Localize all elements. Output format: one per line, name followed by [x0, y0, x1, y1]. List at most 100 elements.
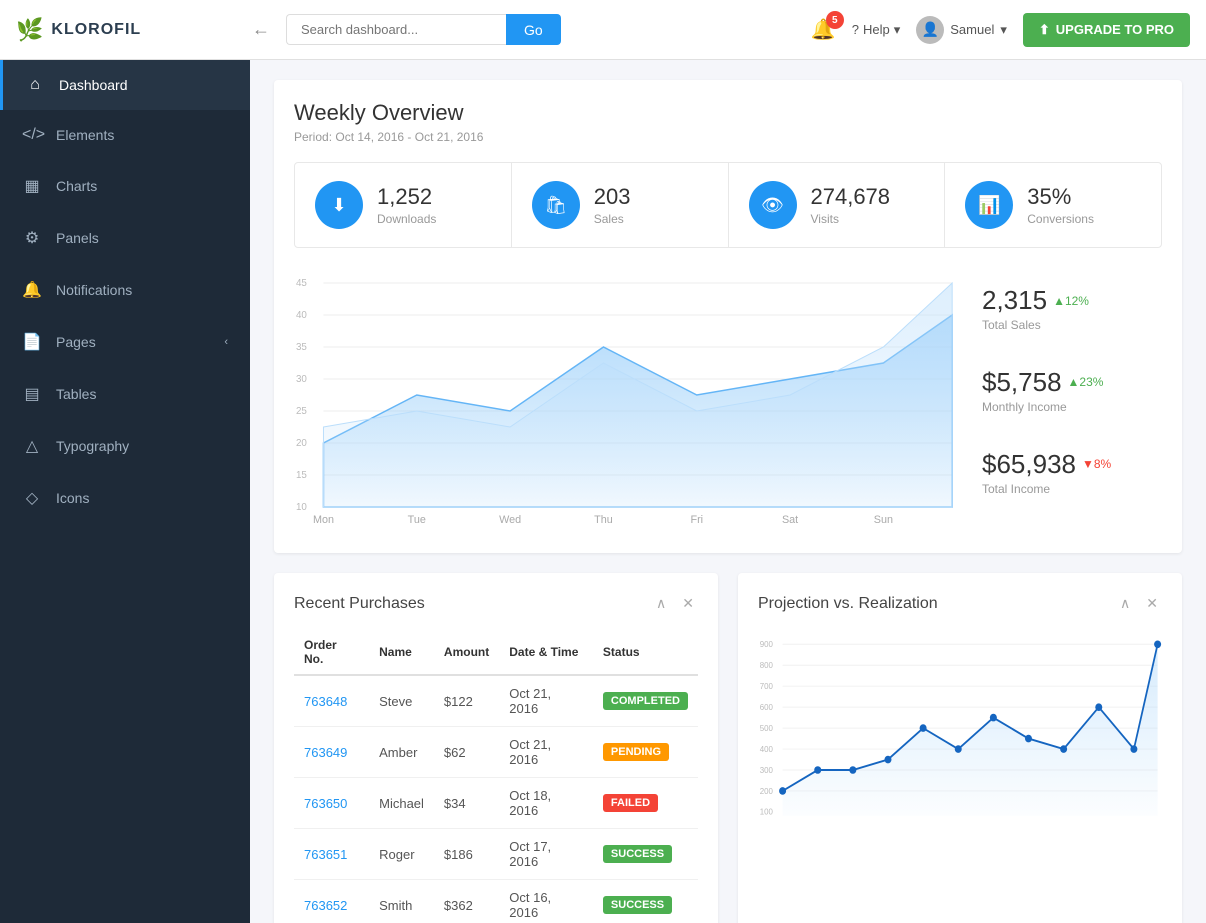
conversions-icon-wrap: 📊 — [965, 181, 1013, 229]
elements-icon: </> — [22, 126, 42, 144]
customer-name: Amber — [369, 727, 434, 778]
order-number: 763651 — [294, 829, 369, 880]
sales-icon-wrap: 🛍 — [532, 181, 580, 229]
table-row: 763649 Amber $62 Oct 21, 2016 PENDING — [294, 727, 698, 778]
sidebar-item-charts[interactable]: ▦ Charts — [0, 160, 250, 212]
sidebar-item-notifications[interactable]: 🔔 Notifications — [0, 264, 250, 316]
order-link[interactable]: 763648 — [304, 694, 347, 709]
area-chart: 45 40 35 30 25 20 15 10 — [294, 268, 962, 528]
sidebar-item-tables[interactable]: ▤ Tables — [0, 368, 250, 420]
total-income-label: Total Income — [982, 482, 1162, 496]
order-link[interactable]: 763650 — [304, 796, 347, 811]
topnav-right: 🔔 5 ? Help ▾ 👤 Samuel ▾ ⬆ UPGRADE TO PRO — [811, 13, 1190, 47]
status: SUCCESS — [593, 880, 698, 923]
top-navigation: 🌿 KLOROFIL ← Go 🔔 5 ? Help ▾ 👤 Samuel ▾ … — [0, 0, 1206, 60]
purchases-close-button[interactable]: ✕ — [678, 593, 698, 614]
weekly-overview-card: Weekly Overview Period: Oct 14, 2016 - O… — [274, 80, 1182, 553]
upgrade-label: UPGRADE TO PRO — [1056, 22, 1174, 37]
projection-collapse-button[interactable]: ∧ — [1116, 593, 1134, 614]
status-badge: COMPLETED — [603, 692, 688, 710]
total-sales-value: 2,315 ▲12% — [982, 285, 1162, 316]
customer-name: Smith — [369, 880, 434, 923]
svg-text:700: 700 — [760, 682, 774, 691]
stat-info: 274,678 Visits — [811, 184, 891, 226]
downloads-icon-wrap: ⬇ — [315, 181, 363, 229]
avatar: 👤 — [916, 16, 944, 44]
svg-text:600: 600 — [760, 703, 774, 712]
order-link[interactable]: 763652 — [304, 898, 347, 913]
sidebar-item-panels[interactable]: ⚙ Panels — [0, 212, 250, 264]
tables-icon: ▤ — [22, 384, 42, 404]
total-income-value: $65,938 ▼8% — [982, 449, 1162, 480]
help-chevron-icon: ▾ — [894, 22, 901, 38]
downloads-label: Downloads — [377, 212, 436, 226]
conversions-value: 35% — [1027, 184, 1094, 210]
search-area: Go — [286, 14, 561, 45]
amount: $186 — [434, 829, 499, 880]
purchases-header: Recent Purchases ∧ ✕ — [294, 593, 698, 614]
sidebar-item-label: Notifications — [56, 282, 132, 298]
sidebar-item-elements[interactable]: </> Elements — [0, 110, 250, 160]
order-number: 763649 — [294, 727, 369, 778]
projection-card: Projection vs. Realization ∧ ✕ — [738, 573, 1182, 923]
monthly-income-value: $5,758 ▲23% — [982, 367, 1162, 398]
upgrade-button[interactable]: ⬆ UPGRADE TO PRO — [1023, 13, 1190, 47]
conversions-icon: 📊 — [978, 195, 1000, 216]
status-badge: FAILED — [603, 794, 658, 812]
notification-bell[interactable]: 🔔 5 — [811, 17, 836, 42]
sidebar-item-dashboard[interactable]: ⌂ Dashboard — [0, 60, 250, 110]
order-number: 763652 — [294, 880, 369, 923]
download-icon: ⬇ — [331, 195, 346, 216]
order-link[interactable]: 763651 — [304, 847, 347, 862]
table-row: 763651 Roger $186 Oct 17, 2016 SUCCESS — [294, 829, 698, 880]
area-chart-container: 45 40 35 30 25 20 15 10 — [294, 268, 962, 533]
svg-text:Tue: Tue — [408, 514, 426, 526]
projection-header: Projection vs. Realization ∧ ✕ — [758, 593, 1162, 614]
stat-sales: 🛍 203 Sales — [512, 163, 729, 247]
svg-text:40: 40 — [296, 310, 307, 321]
date-time: Oct 21, 2016 — [499, 675, 593, 727]
charts-icon: ▦ — [22, 176, 42, 196]
sidebar-item-typography[interactable]: △ Typography — [0, 420, 250, 472]
status: SUCCESS — [593, 829, 698, 880]
status-badge: SUCCESS — [603, 896, 672, 914]
purchases-actions: ∧ ✕ — [652, 593, 698, 614]
order-link[interactable]: 763649 — [304, 745, 347, 760]
icons-icon: ◇ — [22, 488, 42, 508]
sidebar-item-label: Panels — [56, 230, 99, 246]
chart-stat-monthly-income: $5,758 ▲23% Monthly Income — [982, 367, 1162, 414]
typography-icon: △ — [22, 436, 42, 456]
chart-stat-total-income: $65,938 ▼8% Total Income — [982, 449, 1162, 496]
chart-section: 45 40 35 30 25 20 15 10 — [294, 268, 1162, 533]
status: COMPLETED — [593, 675, 698, 727]
back-button[interactable]: ← — [248, 15, 274, 44]
pages-icon: 📄 — [22, 332, 42, 352]
customer-name: Roger — [369, 829, 434, 880]
purchases-table: Order No. Name Amount Date & Time Status… — [294, 630, 698, 923]
user-menu-button[interactable]: 👤 Samuel ▾ — [916, 16, 1007, 44]
help-button[interactable]: ? Help ▾ — [852, 22, 901, 38]
svg-text:500: 500 — [760, 724, 774, 733]
search-input[interactable] — [286, 14, 506, 45]
sidebar-item-icons[interactable]: ◇ Icons — [0, 472, 250, 524]
user-name: Samuel — [950, 22, 994, 37]
status: PENDING — [593, 727, 698, 778]
visits-value: 274,678 — [811, 184, 891, 210]
projection-close-button[interactable]: ✕ — [1142, 593, 1162, 614]
col-date: Date & Time — [499, 630, 593, 675]
notifications-icon: 🔔 — [22, 280, 42, 300]
amount: $34 — [434, 778, 499, 829]
date-time: Oct 17, 2016 — [499, 829, 593, 880]
total-sales-label: Total Sales — [982, 318, 1162, 332]
svg-text:Thu: Thu — [594, 514, 613, 526]
svg-text:200: 200 — [760, 787, 774, 796]
stat-downloads: ⬇ 1,252 Downloads — [295, 163, 512, 247]
purchases-collapse-button[interactable]: ∧ — [652, 593, 670, 614]
go-button[interactable]: Go — [506, 14, 561, 45]
svg-text:Mon: Mon — [313, 514, 334, 526]
chart-stats: 2,315 ▲12% Total Sales $5,758 ▲23% Month… — [982, 268, 1162, 533]
col-status: Status — [593, 630, 698, 675]
sidebar-item-pages[interactable]: 📄 Pages ‹ — [0, 316, 250, 368]
table-row: 763650 Michael $34 Oct 18, 2016 FAILED — [294, 778, 698, 829]
order-number: 763650 — [294, 778, 369, 829]
